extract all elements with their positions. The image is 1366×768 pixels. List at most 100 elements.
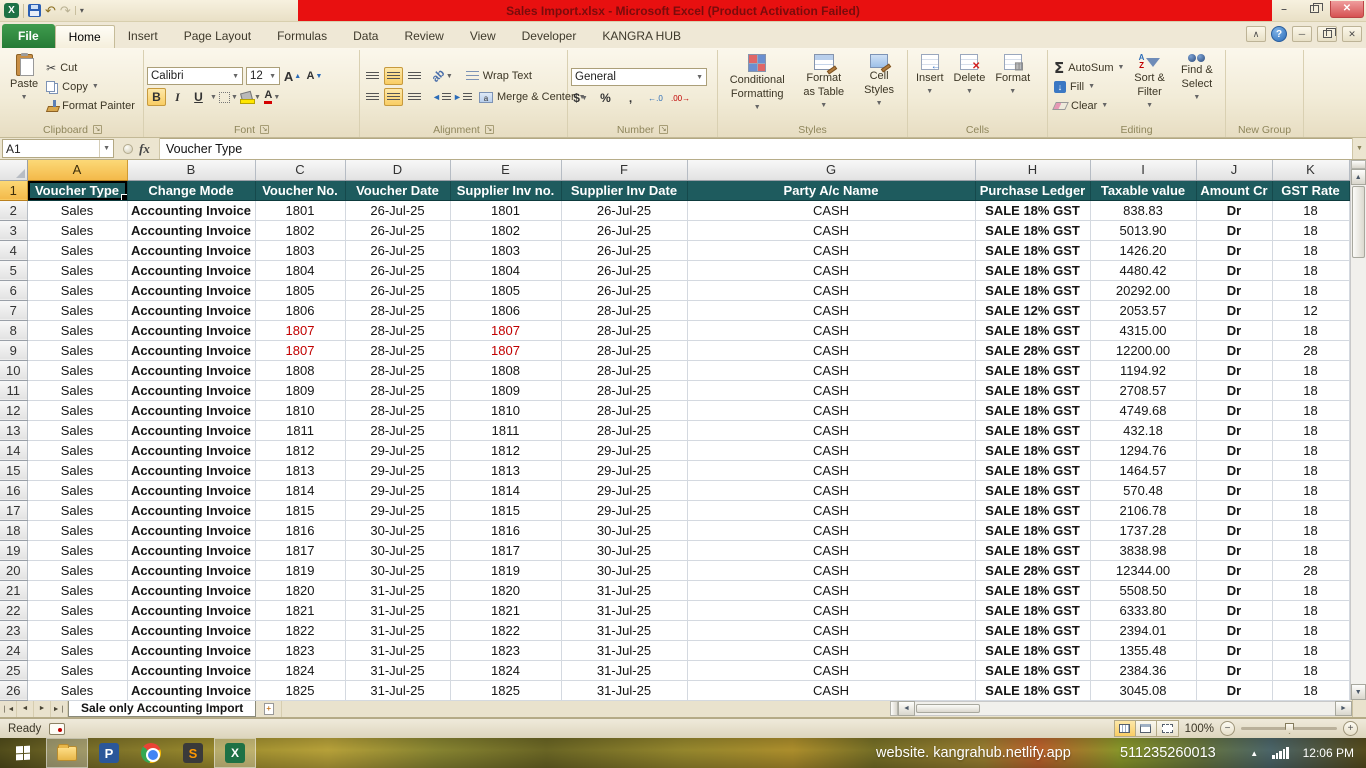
cell[interactable]: 12: [1272, 300, 1349, 320]
cell[interactable]: Dr: [1196, 400, 1272, 420]
tab-home[interactable]: Home: [55, 25, 115, 48]
row-header-13[interactable]: 13: [0, 420, 27, 440]
cell[interactable]: 28: [1272, 340, 1349, 360]
field-cell[interactable]: Voucher Date: [345, 180, 450, 200]
scroll-right-icon[interactable]: ►: [1335, 701, 1352, 716]
cell[interactable]: Dr: [1196, 280, 1272, 300]
cell[interactable]: Sales: [27, 480, 127, 500]
align-right-icon[interactable]: [405, 88, 424, 106]
cell[interactable]: 26-Jul-25: [561, 220, 687, 240]
row-header-3[interactable]: 3: [0, 220, 27, 240]
cell[interactable]: 1806: [255, 300, 345, 320]
format-cells-button[interactable]: ▥ Format▼: [990, 51, 1035, 122]
field-cell[interactable]: Purchase Ledger: [975, 180, 1090, 200]
cell[interactable]: 28-Jul-25: [345, 340, 450, 360]
cell[interactable]: SALE 18% GST: [975, 580, 1090, 600]
cell[interactable]: Dr: [1196, 520, 1272, 540]
cell[interactable]: Dr: [1196, 360, 1272, 380]
cell[interactable]: Accounting Invoice: [127, 660, 255, 680]
cell[interactable]: 1820: [450, 580, 561, 600]
column-header-C[interactable]: C: [255, 160, 345, 180]
cell[interactable]: CASH: [687, 640, 975, 660]
cell[interactable]: 26-Jul-25: [345, 220, 450, 240]
cell[interactable]: 29-Jul-25: [345, 480, 450, 500]
horizontal-scrollbar[interactable]: [915, 701, 1335, 716]
tab-formulas[interactable]: Formulas: [264, 25, 340, 48]
cell[interactable]: 1808: [450, 360, 561, 380]
tab-file[interactable]: File: [2, 24, 55, 48]
font-name-select[interactable]: Calibri▼: [147, 67, 243, 85]
cell[interactable]: 1824: [255, 660, 345, 680]
horizontal-split-handle[interactable]: [890, 701, 898, 716]
cell[interactable]: Accounting Invoice: [127, 400, 255, 420]
cell[interactable]: 1821: [450, 600, 561, 620]
cell[interactable]: SALE 18% GST: [975, 660, 1090, 680]
cell[interactable]: 432.18: [1090, 420, 1196, 440]
cell[interactable]: 1809: [450, 380, 561, 400]
cell[interactable]: 30-Jul-25: [345, 560, 450, 580]
cell[interactable]: SALE 18% GST: [975, 320, 1090, 340]
cell[interactable]: 1809: [255, 380, 345, 400]
cell[interactable]: 18: [1272, 400, 1349, 420]
cell[interactable]: 1814: [255, 480, 345, 500]
cell[interactable]: SALE 18% GST: [975, 440, 1090, 460]
cell[interactable]: Sales: [27, 560, 127, 580]
sheet-tab[interactable]: Sale only Accounting Import: [68, 700, 256, 717]
cell[interactable]: Dr: [1196, 200, 1272, 220]
cell[interactable]: Dr: [1196, 640, 1272, 660]
column-header-J[interactable]: J: [1196, 160, 1272, 180]
number-format-select[interactable]: General▼: [571, 68, 707, 86]
sort-filter-button[interactable]: AZ Sort &Filter ▼: [1127, 51, 1171, 122]
cell[interactable]: 1802: [255, 220, 345, 240]
cell[interactable]: 20292.00: [1090, 280, 1196, 300]
cell[interactable]: 1194.92: [1090, 360, 1196, 380]
cell[interactable]: 838.83: [1090, 200, 1196, 220]
select-all-corner[interactable]: [0, 160, 27, 180]
tab-view[interactable]: View: [457, 25, 509, 48]
cell[interactable]: Accounting Invoice: [127, 320, 255, 340]
cell[interactable]: 26-Jul-25: [345, 200, 450, 220]
cell[interactable]: 1815: [450, 500, 561, 520]
cell[interactable]: Accounting Invoice: [127, 520, 255, 540]
cell[interactable]: Dr: [1196, 300, 1272, 320]
taskbar-sublime-button[interactable]: S: [172, 738, 214, 768]
cell[interactable]: 31-Jul-25: [561, 660, 687, 680]
increase-decimal-icon[interactable]: ←.0: [646, 89, 665, 107]
cell[interactable]: SALE 18% GST: [975, 420, 1090, 440]
cell[interactable]: SALE 18% GST: [975, 240, 1090, 260]
cell[interactable]: Accounting Invoice: [127, 200, 255, 220]
clear-button[interactable]: Clear ▼: [1051, 97, 1127, 115]
cell[interactable]: 31-Jul-25: [561, 620, 687, 640]
cell[interactable]: 12200.00: [1090, 340, 1196, 360]
cell[interactable]: 3838.98: [1090, 540, 1196, 560]
cell[interactable]: 29-Jul-25: [561, 460, 687, 480]
cell[interactable]: CASH: [687, 280, 975, 300]
cell[interactable]: 1817: [255, 540, 345, 560]
cell[interactable]: 1825: [450, 680, 561, 700]
cell[interactable]: Accounting Invoice: [127, 220, 255, 240]
cell[interactable]: SALE 18% GST: [975, 360, 1090, 380]
cell[interactable]: 28-Jul-25: [345, 360, 450, 380]
cell[interactable]: Dr: [1196, 580, 1272, 600]
cell[interactable]: Accounting Invoice: [127, 360, 255, 380]
cell[interactable]: 4749.68: [1090, 400, 1196, 420]
comma-icon[interactable]: ,: [621, 89, 640, 107]
cell[interactable]: SALE 18% GST: [975, 640, 1090, 660]
cell[interactable]: 29-Jul-25: [561, 440, 687, 460]
decrease-decimal-icon[interactable]: .00→: [671, 89, 690, 107]
workbook-close-icon[interactable]: ✕: [1342, 26, 1362, 42]
cell[interactable]: 1819: [255, 560, 345, 580]
insert-worksheet-button[interactable]: +: [256, 700, 282, 717]
cell[interactable]: Sales: [27, 500, 127, 520]
cell[interactable]: Sales: [27, 620, 127, 640]
cell[interactable]: 29-Jul-25: [345, 460, 450, 480]
cell[interactable]: Sales: [27, 220, 127, 240]
find-select-button[interactable]: Find &Select ▼: [1172, 51, 1222, 122]
cell[interactable]: Accounting Invoice: [127, 620, 255, 640]
cut-button[interactable]: ✂Cut: [43, 59, 138, 77]
align-top-icon[interactable]: [363, 67, 382, 85]
cell[interactable]: CASH: [687, 440, 975, 460]
cell[interactable]: Accounting Invoice: [127, 540, 255, 560]
cell[interactable]: 28-Jul-25: [345, 420, 450, 440]
cell[interactable]: Accounting Invoice: [127, 440, 255, 460]
